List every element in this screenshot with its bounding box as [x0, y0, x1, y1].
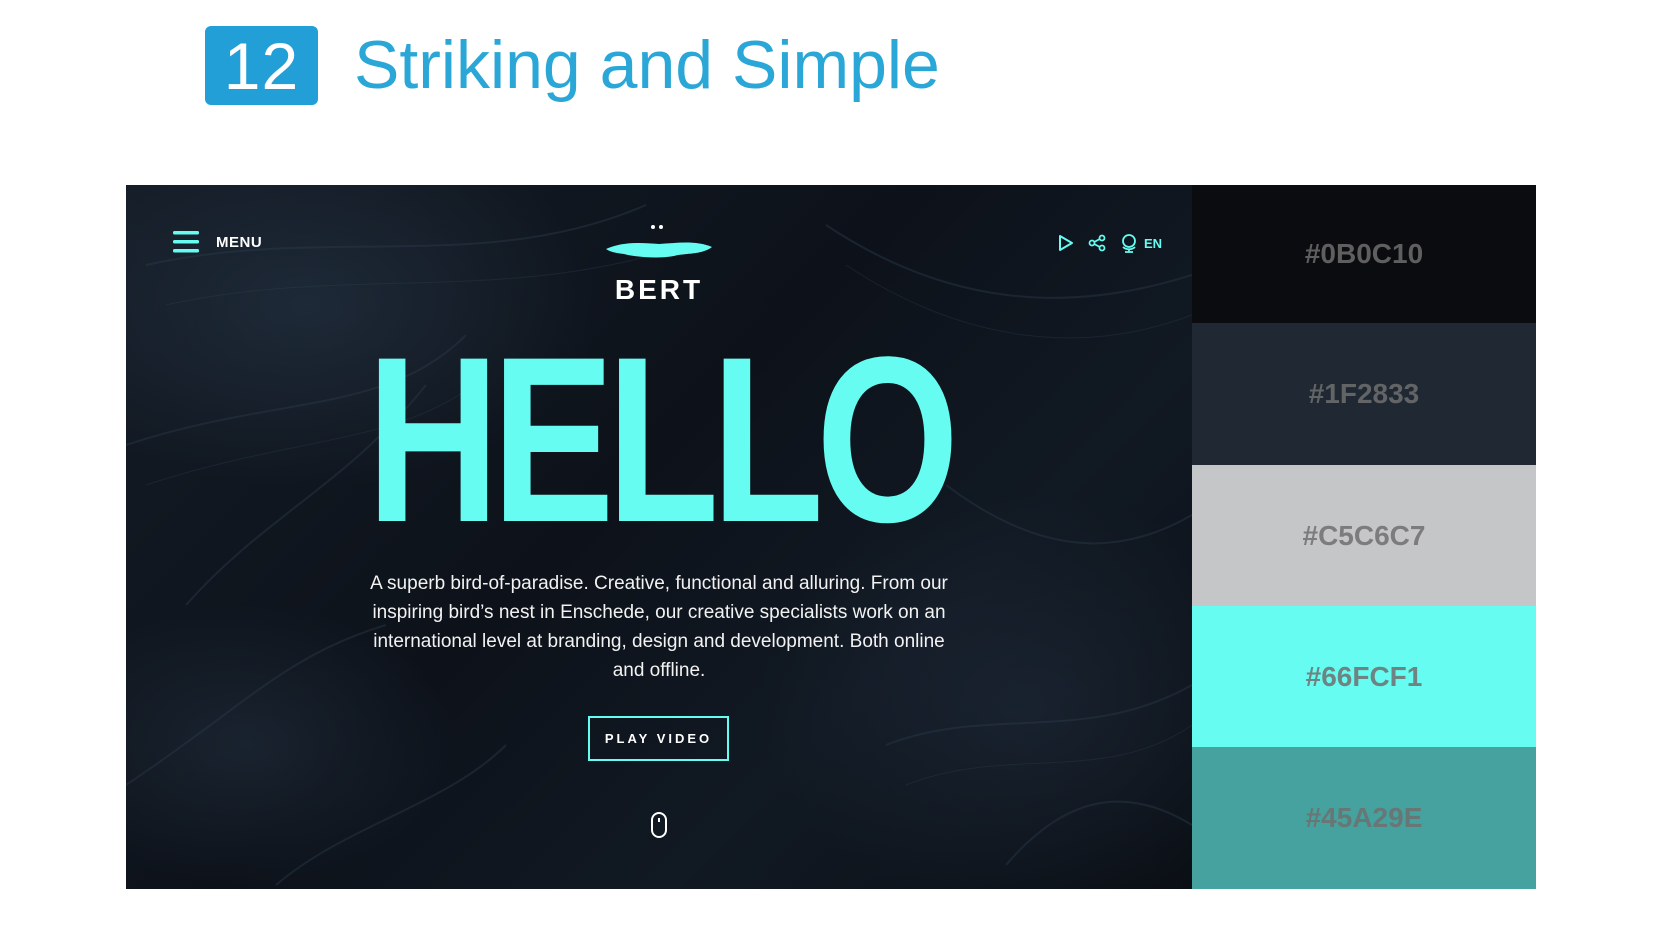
play-icon[interactable] — [1058, 234, 1074, 252]
color-palette: #0B0C10 #1F2833 #C5C6C7 #66FCF1 #45A29E — [1192, 185, 1536, 889]
menu-button[interactable]: MENU — [173, 230, 262, 254]
hero-intro-text: A superb bird-of-paradise. Creative, fun… — [370, 573, 948, 681]
palette-swatch: #1F2833 — [1192, 323, 1536, 465]
language-label: EN — [1143, 235, 1162, 251]
swatch-hex: #1F2833 — [1308, 378, 1420, 409]
swatch-hex: #0B0C10 — [1304, 238, 1424, 269]
swatch-hex: #66FCF1 — [1305, 660, 1423, 692]
top-right-actions: EN — [1058, 233, 1162, 253]
palette-swatch: #66FCF1 — [1192, 606, 1536, 747]
bert-logo[interactable]: BERT — [604, 223, 714, 306]
section-number-badge: 12 — [205, 26, 318, 105]
logo-text: BERT — [614, 274, 704, 305]
hero-section: MENU BERT EN HELLO A superb bird-of-para… — [126, 185, 1192, 889]
play-video-button[interactable]: PLAY VIDEO — [588, 716, 729, 761]
section-heading: Striking and Simple — [354, 27, 940, 103]
swatch-hex: #45A29E — [1305, 802, 1423, 833]
language-switcher[interactable]: EN — [1120, 233, 1162, 253]
website-screenshot: MENU BERT EN HELLO A superb bird-of-para… — [126, 185, 1536, 889]
swatch-hex: #C5C6C7 — [1302, 519, 1426, 551]
globe-icon — [1122, 234, 1136, 253]
menu-label: MENU — [216, 233, 263, 251]
share-icon[interactable] — [1088, 234, 1106, 252]
hero-title: HELLO — [366, 308, 960, 572]
mouse-scroll-icon[interactable] — [650, 811, 668, 839]
palette-swatch: #C5C6C7 — [1192, 465, 1536, 606]
palette-swatch: #45A29E — [1192, 747, 1536, 889]
hamburger-menu-icon — [173, 231, 199, 253]
bird-logo-icon — [606, 225, 712, 258]
palette-swatch: #0B0C10 — [1192, 185, 1536, 323]
